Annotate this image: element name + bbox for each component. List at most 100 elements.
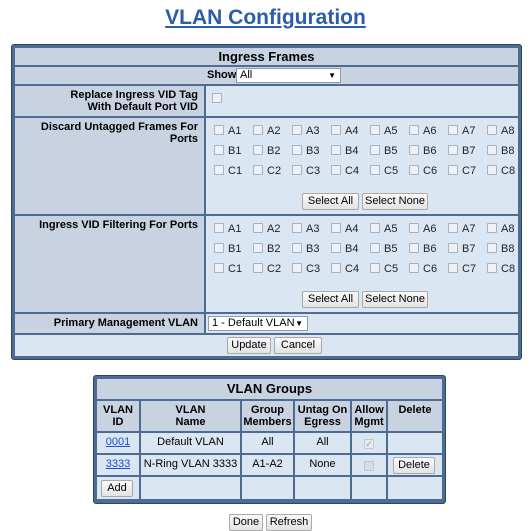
discard-port-checkbox[interactable] — [409, 145, 419, 155]
allow-mgmt-checkbox[interactable] — [364, 461, 374, 472]
filter-port-checkbox[interactable] — [331, 243, 341, 253]
discard-port-item[interactable]: A7 — [448, 124, 475, 138]
discard-port-checkbox[interactable] — [448, 125, 458, 135]
discard-port-checkbox[interactable] — [487, 125, 497, 135]
filter-port-checkbox[interactable] — [448, 243, 458, 253]
filter-port-item[interactable]: A5 — [370, 222, 397, 236]
filter-port-checkbox[interactable] — [331, 223, 341, 233]
filter-port-checkbox[interactable] — [487, 263, 497, 273]
filter-port-checkbox[interactable] — [253, 223, 263, 233]
discard-port-checkbox[interactable] — [448, 145, 458, 155]
discard-port-item[interactable]: B5 — [370, 144, 397, 158]
filter-port-item[interactable]: A1 — [214, 222, 241, 236]
filter-port-item[interactable]: A2 — [253, 222, 280, 236]
discard-port-checkbox[interactable] — [370, 165, 380, 175]
discard-port-checkbox[interactable] — [292, 125, 302, 135]
discard-port-checkbox[interactable] — [487, 145, 497, 155]
cancel-button[interactable]: Cancel — [274, 337, 322, 354]
filter-port-checkbox[interactable] — [409, 243, 419, 253]
refresh-button[interactable]: Refresh — [266, 514, 312, 531]
discard-port-item[interactable]: B1 — [214, 144, 241, 158]
filter-port-checkbox[interactable] — [214, 263, 224, 273]
filter-port-checkbox[interactable] — [292, 243, 302, 253]
discard-port-checkbox[interactable] — [370, 125, 380, 135]
filter-port-item[interactable]: C8 — [487, 262, 515, 276]
discard-port-checkbox[interactable] — [214, 165, 224, 175]
filter-port-checkbox[interactable] — [253, 263, 263, 273]
discard-port-item[interactable]: B7 — [448, 144, 475, 158]
vlan-id-link[interactable]: 0001 — [106, 436, 130, 448]
filter-port-checkbox[interactable] — [448, 263, 458, 273]
discard-port-checkbox[interactable] — [214, 125, 224, 135]
filter-port-item[interactable]: C3 — [292, 262, 320, 276]
filter-port-item[interactable]: A4 — [331, 222, 358, 236]
filter-port-item[interactable]: B8 — [487, 242, 514, 256]
discard-port-item[interactable]: A8 — [487, 124, 514, 138]
filter-port-checkbox[interactable] — [331, 263, 341, 273]
discard-port-checkbox[interactable] — [292, 165, 302, 175]
filter-port-checkbox[interactable] — [253, 243, 263, 253]
replace-vid-checkbox[interactable] — [212, 93, 222, 103]
filter-port-checkbox[interactable] — [292, 263, 302, 273]
discard-port-item[interactable]: A3 — [292, 124, 319, 138]
discard-port-item[interactable]: A2 — [253, 124, 280, 138]
filter-port-item[interactable]: A6 — [409, 222, 436, 236]
discard-port-checkbox[interactable] — [448, 165, 458, 175]
filter-port-item[interactable]: B1 — [214, 242, 241, 256]
discard-port-item[interactable]: C8 — [487, 164, 515, 178]
filter-port-checkbox[interactable] — [370, 243, 380, 253]
done-button[interactable]: Done — [229, 514, 263, 531]
discard-port-item[interactable]: B6 — [409, 144, 436, 158]
filter-port-item[interactable]: C2 — [253, 262, 281, 276]
discard-port-item[interactable]: A5 — [370, 124, 397, 138]
discard-port-item[interactable]: A1 — [214, 124, 241, 138]
filter-port-item[interactable]: B3 — [292, 242, 319, 256]
filter-port-item[interactable]: B5 — [370, 242, 397, 256]
filter-port-item[interactable]: C6 — [409, 262, 437, 276]
discard-port-checkbox[interactable] — [331, 145, 341, 155]
filter-port-item[interactable]: C5 — [370, 262, 398, 276]
discard-port-item[interactable]: C6 — [409, 164, 437, 178]
filter-port-item[interactable]: B7 — [448, 242, 475, 256]
filter-port-item[interactable]: C1 — [214, 262, 242, 276]
allow-mgmt-checkbox[interactable]: ✓ — [364, 439, 374, 450]
discard-select-all-button[interactable]: Select All — [302, 193, 359, 210]
filter-port-item[interactable]: A3 — [292, 222, 319, 236]
primary-mgmt-select[interactable]: 1 - Default VLAN ▼ — [208, 316, 308, 331]
discard-port-item[interactable]: B2 — [253, 144, 280, 158]
filter-select-none-button[interactable]: Select None — [362, 291, 428, 308]
discard-port-item[interactable]: C5 — [370, 164, 398, 178]
discard-port-item[interactable]: A4 — [331, 124, 358, 138]
discard-port-checkbox[interactable] — [331, 125, 341, 135]
discard-port-item[interactable]: C3 — [292, 164, 320, 178]
discard-port-item[interactable]: C7 — [448, 164, 476, 178]
filter-port-item[interactable]: C7 — [448, 262, 476, 276]
filter-port-checkbox[interactable] — [487, 243, 497, 253]
discard-port-item[interactable]: B3 — [292, 144, 319, 158]
filter-port-checkbox[interactable] — [448, 223, 458, 233]
filter-port-checkbox[interactable] — [409, 223, 419, 233]
delete-button[interactable]: Delete — [393, 457, 435, 474]
discard-port-checkbox[interactable] — [331, 165, 341, 175]
discard-port-checkbox[interactable] — [409, 165, 419, 175]
add-button[interactable]: Add — [101, 480, 133, 497]
update-button[interactable]: Update — [227, 337, 271, 354]
discard-port-checkbox[interactable] — [253, 165, 263, 175]
discard-port-item[interactable]: C2 — [253, 164, 281, 178]
discard-port-checkbox[interactable] — [214, 145, 224, 155]
discard-port-item[interactable]: C1 — [214, 164, 242, 178]
filter-port-checkbox[interactable] — [409, 263, 419, 273]
discard-port-checkbox[interactable] — [253, 125, 263, 135]
filter-port-checkbox[interactable] — [487, 223, 497, 233]
discard-port-checkbox[interactable] — [253, 145, 263, 155]
discard-port-checkbox[interactable] — [487, 165, 497, 175]
discard-port-item[interactable]: B8 — [487, 144, 514, 158]
discard-port-item[interactable]: C4 — [331, 164, 359, 178]
vlan-id-link[interactable]: 3333 — [106, 458, 130, 470]
filter-port-checkbox[interactable] — [370, 223, 380, 233]
discard-port-checkbox[interactable] — [409, 125, 419, 135]
filter-port-item[interactable]: B6 — [409, 242, 436, 256]
discard-port-item[interactable]: B4 — [331, 144, 358, 158]
filter-select-all-button[interactable]: Select All — [302, 291, 359, 308]
filter-port-checkbox[interactable] — [214, 223, 224, 233]
